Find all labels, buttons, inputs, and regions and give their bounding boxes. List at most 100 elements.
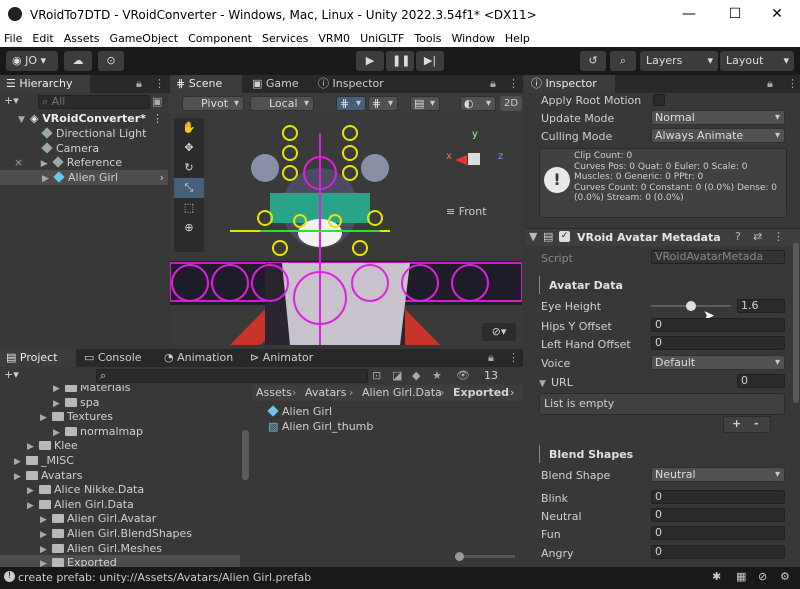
project-tree-item[interactable]: ▶ Avatars (14, 468, 82, 483)
blend-value-field[interactable]: 0 (651, 545, 785, 559)
transform-tool-icon[interactable]: ⊕ (174, 218, 204, 238)
hierarchy-item[interactable]: Camera (41, 141, 99, 156)
scale-tool-icon[interactable]: ⤡ (174, 178, 204, 198)
component-enabled-checkbox[interactable]: ✓ (559, 231, 570, 242)
eye-height-slider-thumb[interactable] (686, 301, 696, 311)
breadcrumb-exported[interactable]: Exported (453, 385, 509, 400)
menu-gameobject[interactable]: GameObject (110, 32, 179, 45)
hierarchy-item-selected[interactable]: ▶ Alien Girl › (0, 170, 168, 185)
eye-height-field[interactable]: 1.6 (737, 299, 785, 313)
more-icon[interactable]: ⋮ (508, 77, 519, 90)
tab-game[interactable]: ▣ Game (246, 75, 310, 93)
fold-icon[interactable]: ▶ (27, 499, 39, 514)
more-icon[interactable]: ⋮ (508, 351, 519, 364)
project-tree-item[interactable]: ▶ Materials (53, 385, 130, 395)
rect-tool-icon[interactable]: ⬚ (174, 198, 204, 218)
menu-uniglTF[interactable]: UniGLTF (360, 32, 404, 45)
account-dropdown[interactable]: ◉ JO ▾ (6, 51, 58, 71)
menu-help[interactable]: Help (505, 32, 530, 45)
move-tool-icon[interactable]: ✥ (174, 138, 204, 158)
breadcrumb-alien-girl-data[interactable]: Alien Girl.Data (362, 385, 442, 400)
filter-icon[interactable]: ▣ (152, 95, 162, 108)
hips-y-offset-field[interactable]: 0 (651, 318, 785, 332)
fold-icon[interactable]: ▶ (40, 557, 52, 567)
add-icon[interactable]: +▾ (4, 94, 19, 107)
breadcrumb-more-icon[interactable]: › (510, 385, 514, 400)
project-tree-item[interactable]: ▶ Exported (0, 555, 240, 567)
project-tree-item[interactable]: ▶ Alien Girl.BlendShapes (40, 526, 192, 541)
blend-value-field[interactable]: 0 (651, 508, 785, 522)
project-tree-item[interactable]: ▶ Alien Girl.Avatar (40, 511, 156, 526)
chevron-right-icon[interactable]: › (160, 170, 164, 185)
inspector-scrollbar[interactable] (793, 243, 799, 403)
breadcrumb-assets[interactable]: Assets (256, 385, 292, 400)
project-tree-item[interactable]: ▶ normalmap (53, 424, 143, 439)
status-message[interactable]: create prefab: unity://Assets/Avatars/Al… (18, 571, 311, 584)
snap-toggle[interactable]: ⋕ (368, 96, 398, 111)
menu-file[interactable]: File (4, 32, 22, 45)
orientation-gizmo[interactable]: y x z (440, 127, 510, 197)
tab-inspector-main[interactable]: ⓘ Inspector (525, 75, 615, 93)
collab-icon[interactable]: ⊙ (98, 51, 124, 71)
voice-dropdown[interactable]: Default (651, 355, 785, 370)
add-icon[interactable]: +▾ (4, 368, 19, 381)
fold-icon[interactable]: ▶ (40, 411, 52, 426)
menu-vrm0[interactable]: VRM0 (318, 32, 350, 45)
tab-animation[interactable]: ◔ Animation (158, 349, 246, 367)
pause-button[interactable]: ❚❚ (386, 51, 414, 71)
culling-mode-dropdown[interactable]: Always Animate (651, 128, 785, 143)
tab-inspector[interactable]: ⓘ Inspector (312, 75, 392, 93)
menu-window[interactable]: Window (451, 32, 494, 45)
url-foldout[interactable]: ▼ URL (539, 375, 573, 390)
icon-size-slider[interactable] (455, 552, 515, 561)
more-icon[interactable]: ⋮ (154, 77, 165, 90)
menu-edit[interactable]: Edit (32, 32, 53, 45)
blend-value-field[interactable]: 0 (651, 490, 785, 504)
tab-scene[interactable]: ⋕ Scene (170, 75, 242, 93)
remove-element-button[interactable]: - (754, 417, 759, 430)
preset-icon[interactable]: ⇄ (753, 230, 762, 243)
view-toggle[interactable]: ▤ (410, 96, 440, 111)
pivot-dropdown[interactable]: Pivot (182, 96, 244, 111)
file-item[interactable]: ▧ Alien Girl_thumb (268, 419, 373, 434)
menu-assets[interactable]: Assets (64, 32, 100, 45)
play-button[interactable]: ▶ (356, 51, 384, 71)
layers-dropdown[interactable]: Layers ▾ (640, 51, 718, 71)
project-tree-item[interactable]: ▶ Alien Girl.Data (27, 497, 134, 512)
lock-icon[interactable]: 🔒︎ (767, 77, 773, 91)
more-icon[interactable]: ⋮ (152, 112, 163, 125)
tab-console[interactable]: ▭ Console (78, 349, 160, 367)
bug-icon[interactable]: ✱ (712, 570, 721, 583)
menu-component[interactable]: Component (188, 32, 252, 45)
eye-height-slider-track[interactable] (651, 301, 731, 311)
fold-icon[interactable]: ▶ (14, 470, 26, 485)
more-icon[interactable]: ⋮ (773, 230, 784, 243)
lock-icon[interactable]: 🔒︎ (490, 77, 496, 91)
layout-dropdown[interactable]: Layout ▾ (720, 51, 794, 71)
step-button[interactable]: ▶| (416, 51, 444, 71)
update-mode-dropdown[interactable]: Normal (651, 110, 785, 125)
blend-value-field[interactable]: 0 (651, 526, 785, 540)
cloud-icon[interactable]: ☁ (64, 51, 92, 71)
lock-icon[interactable]: 🔒︎ (488, 351, 494, 365)
2d-toggle[interactable]: 2D (500, 96, 522, 111)
close-button[interactable]: ✕ (754, 0, 800, 29)
hierarchy-item[interactable]: ⨯ ▶ Reference (14, 155, 122, 170)
shading-dropdown[interactable]: ◐ (460, 96, 496, 111)
hand-tool-icon[interactable]: ✋ (174, 118, 204, 138)
search-filter-icon[interactable]: ⊡ (372, 369, 381, 382)
project-tree-item[interactable]: ▶ spa (53, 395, 99, 410)
lock-icon[interactable]: 🔒︎ (136, 77, 142, 91)
slider-thumb[interactable] (455, 552, 464, 561)
component-header[interactable]: ▼ ▤ ✓ VRoid Avatar Metadata ? ⇄ ⋮ (525, 228, 800, 246)
hierarchy-root[interactable]: ▼ ◈ VRoidConverter* (18, 111, 146, 126)
project-tree-item[interactable]: ▶ Klee (27, 438, 78, 453)
project-tree-item[interactable]: ▶ Alien Girl.Meshes (40, 541, 162, 556)
fold-icon[interactable]: ▼ (529, 230, 537, 243)
hierarchy-item[interactable]: Directional Light (41, 126, 146, 141)
tab-hierarchy[interactable]: ☰ Hierarchy (0, 75, 90, 93)
apply-root-motion-checkbox[interactable] (653, 94, 665, 106)
menu-tools[interactable]: Tools (414, 32, 441, 45)
search-icon[interactable]: ⌕ (610, 51, 636, 71)
label-filter-icon[interactable]: ◆ (412, 369, 420, 382)
